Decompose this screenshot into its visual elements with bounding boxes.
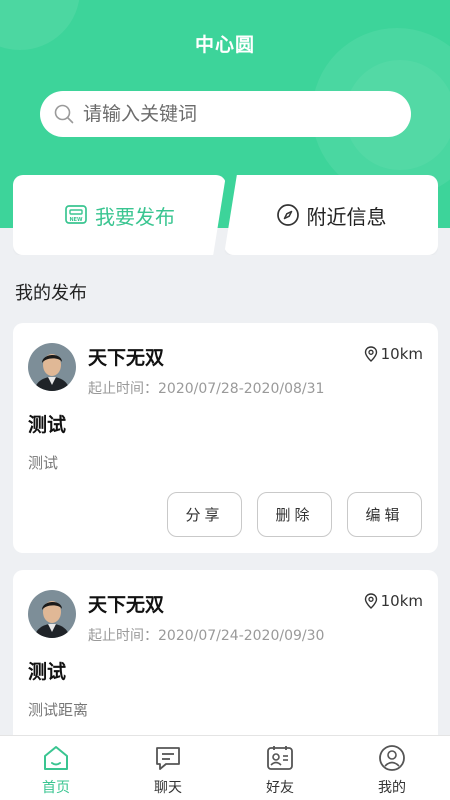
contacts-icon [267,746,293,770]
nearby-button[interactable]: 附近信息 [224,175,438,255]
username: 天下无双 [88,594,165,616]
delete-button[interactable]: 删除 [257,492,332,537]
page-title: 中心圆 [194,34,255,56]
post-body: 测试 [28,454,59,472]
avatar[interactable] [28,343,76,391]
avatar[interactable] [28,590,76,638]
tab-chat[interactable]: 聊天 [112,736,224,800]
tab-mine[interactable]: 我的 [336,736,448,800]
post-period: 起止时间：2020/07/28-2020/08/31 [88,381,325,397]
publish-button[interactable]: NEW 我要发布 [13,175,226,255]
distance: 10km [364,345,423,363]
username: 天下无双 [88,347,165,369]
location-pin-icon [364,593,377,609]
post-period: 起止时间：2020/07/24-2020/09/30 [88,628,325,644]
edit-button[interactable]: 编辑 [347,492,422,537]
publish-label: 我要发布 [95,204,175,229]
distance: 10km [364,592,423,610]
share-button[interactable]: 分享 [167,492,242,537]
user-icon [379,745,405,771]
search-icon [54,104,74,124]
post-title: 测试 [28,414,67,436]
tab-label: 首页 [42,780,70,796]
compass-icon [276,204,299,226]
nearby-label: 附近信息 [306,204,387,229]
tab-home[interactable]: 首页 [0,736,112,800]
distance-value: 10km [380,592,423,610]
home-icon [44,746,68,770]
search-input[interactable] [83,103,373,125]
post-card[interactable]: 天下无双 10km 起止时间：2020/07/28-2020/08/31 测试 … [13,323,438,553]
news-icon: NEW [65,205,87,224]
post-body: 测试距离 [28,701,89,719]
svg-text:NEW: NEW [69,217,83,223]
section-title: 我的发布 [15,283,87,304]
tab-label: 好友 [266,780,294,796]
distance-value: 10km [380,345,423,363]
tab-friends[interactable]: 好友 [224,736,336,800]
location-pin-icon [364,346,377,362]
tab-label: 聊天 [154,780,182,796]
bottom-tab-bar: 首页 聊天 好友 我的 [0,735,450,800]
chat-icon [156,747,180,770]
search-bar[interactable] [40,91,411,137]
post-title: 测试 [28,661,67,683]
tab-label: 我的 [378,780,406,796]
